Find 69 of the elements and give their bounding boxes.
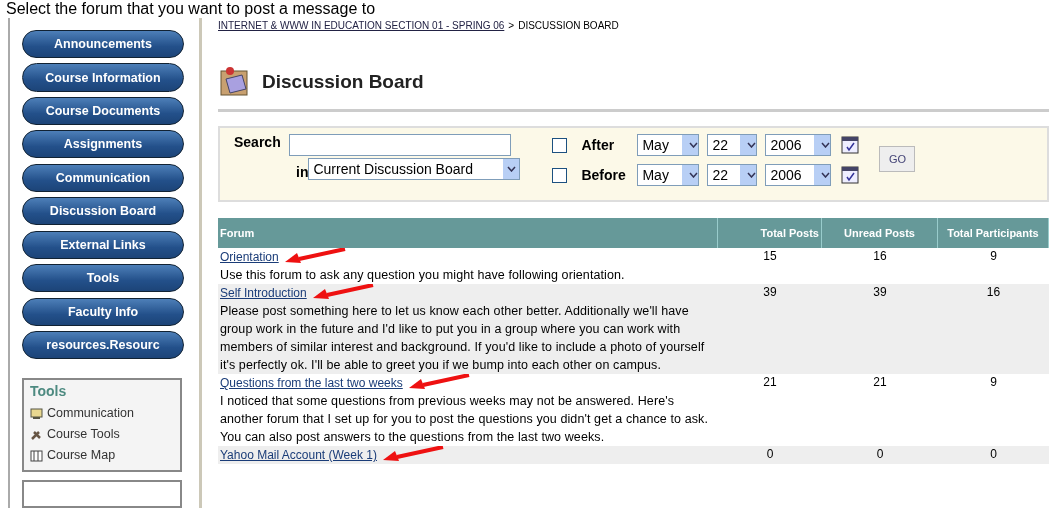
forum-description: Use this forum to ask any question you might have following orientation. — [220, 267, 626, 284]
month-dropdown[interactable]: May — [637, 134, 700, 156]
caret-icon — [820, 172, 830, 178]
column-header: Forum — [218, 218, 718, 248]
day-dropdown[interactable]: 22 — [707, 134, 758, 156]
forum-link[interactable]: Orientation — [220, 250, 279, 264]
course-menu-button[interactable]: Faculty Info — [22, 297, 184, 326]
column-header: Unread Posts — [822, 218, 938, 248]
breadcrumb-current: DISCUSSION BOARD — [518, 20, 619, 31]
map-icon — [30, 449, 43, 462]
forum-link[interactable]: Self Introduction — [220, 286, 307, 300]
go-button[interactable]: GO — [879, 146, 916, 172]
caret-icon — [688, 142, 698, 148]
caret-icon — [506, 166, 516, 172]
calendar-icon[interactable] — [841, 136, 860, 154]
course-menu-button[interactable]: Discussion Board — [22, 197, 184, 226]
course-menu-button[interactable]: External Links — [22, 230, 184, 259]
participants-cell: 9 — [990, 375, 997, 389]
day-dropdown[interactable]: 22 — [707, 164, 758, 186]
column-header: Total Participants — [938, 218, 1049, 248]
tool-link[interactable]: Course Map — [47, 445, 116, 467]
instruction-text: Select the forum that you want to post a message to — [5, 0, 377, 18]
caret-icon — [746, 142, 756, 148]
scope-label: in — [296, 164, 309, 180]
tools-icon — [30, 428, 43, 441]
breadcrumb-link[interactable]: INTERNET & WWW IN EDUCATION SECTION 01 - SPRING 06 — [218, 20, 505, 31]
year-dropdown[interactable]: 2006 — [765, 134, 832, 156]
scope-dropdown[interactable]: Current Discussion Board — [308, 158, 521, 180]
tool-link[interactable]: Communication — [47, 403, 134, 425]
month-dropdown[interactable]: May — [637, 164, 700, 186]
date-filter-label: After — [581, 137, 616, 153]
year-dropdown[interactable]: 2006 — [765, 164, 832, 186]
total-posts-cell: 0 — [766, 447, 774, 461]
course-menu-button[interactable]: resources.Resourc — [22, 330, 184, 360]
total-posts-cell: 39 — [763, 285, 777, 299]
total-posts-cell: 21 — [763, 375, 777, 389]
course-menu-button[interactable]: Announcements — [22, 30, 184, 59]
course-menu-button[interactable]: Course Documents — [22, 96, 184, 125]
search-field[interactable] — [288, 134, 511, 156]
unread-posts-cell: 21 — [873, 375, 887, 389]
monitor-icon — [30, 407, 43, 420]
forum-description: I noticed that some questions from previous weeks may not be answered. Here's another forum that I set up for you to post the questions you didn't get a chance to ask. You can also post answers to the questions from the last two weeks. — [220, 393, 709, 446]
date-filter-label: Before — [581, 167, 627, 183]
tool-link[interactable]: Course Tools — [47, 424, 120, 446]
date-checkbox[interactable] — [552, 167, 568, 183]
search-label: Search — [234, 134, 281, 150]
tools-heading: Tools — [30, 383, 68, 400]
breadcrumb-separator: > — [508, 20, 515, 31]
total-posts-cell: 15 — [763, 249, 777, 263]
forum-link[interactable]: Yahoo Mail Account (Week 1) — [220, 448, 377, 462]
caret-icon — [746, 172, 756, 178]
forum-link[interactable]: Questions from the last two weeks — [220, 376, 403, 390]
unread-posts-cell: 0 — [876, 447, 884, 461]
participants-cell: 0 — [990, 447, 997, 461]
course-menu-button[interactable]: Assignments — [22, 130, 184, 159]
unread-posts-cell: 16 — [873, 249, 887, 263]
calendar-icon[interactable] — [841, 166, 860, 184]
forum-description: Please post something here to let us know each other better. Additionally we'll have group work in the future and I'd like to put you in a group where you can work with members of similar interest and background. If you'd like to include a photo of yourself it's perfectly ok. I'll be able to greet you if we bump into each other on campus. — [220, 303, 706, 374]
column-header: Total Posts — [718, 218, 822, 248]
page-title: Discussion Board — [262, 71, 424, 93]
caret-icon — [688, 172, 698, 178]
course-menu-button[interactable]: Tools — [22, 264, 184, 293]
participants-cell: 9 — [990, 249, 997, 263]
unread-posts-cell: 39 — [873, 285, 887, 299]
course-menu-button[interactable]: Communication — [22, 163, 184, 192]
caret-icon — [820, 142, 830, 148]
course-menu-button[interactable]: Course Information — [22, 63, 184, 92]
participants-cell: 16 — [986, 285, 1001, 299]
date-checkbox[interactable] — [552, 137, 568, 153]
